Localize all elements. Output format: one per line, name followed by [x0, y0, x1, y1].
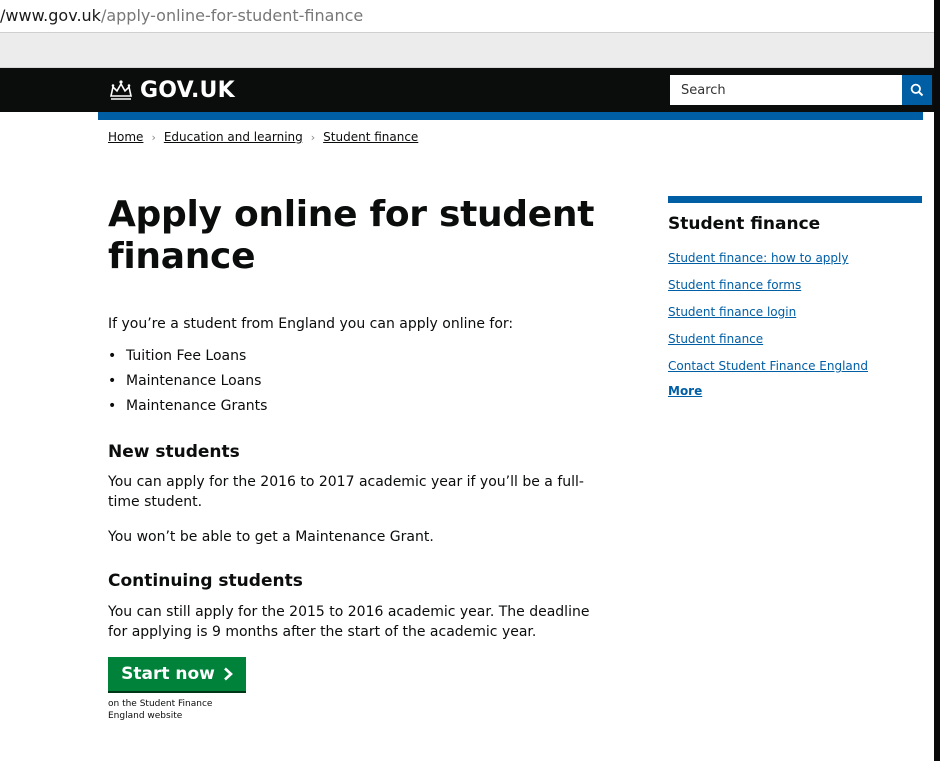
- continuing-students-heading: Continuing students: [108, 571, 303, 591]
- maintenance-grant-note: You won’t be able to get a Maintenance G…: [108, 529, 434, 545]
- breadcrumb-education[interactable]: Education and learning: [164, 130, 303, 144]
- sidebar-blue-rule: [668, 196, 922, 203]
- logo-text: GOV.UK: [140, 77, 235, 103]
- crown-icon: [110, 80, 132, 100]
- chevron-right-icon: ›: [151, 130, 156, 144]
- search-form: [670, 75, 932, 105]
- search-input[interactable]: [670, 75, 902, 105]
- breadcrumb: Home › Education and learning › Student …: [108, 130, 418, 144]
- loan-types-list: Tuition Fee Loans Maintenance Loans Main…: [108, 346, 267, 421]
- start-button-label: Start now: [121, 664, 215, 684]
- chevron-right-icon: [223, 667, 233, 681]
- chevron-right-icon: ›: [310, 130, 316, 144]
- search-icon: [910, 83, 924, 97]
- intro-text: If you’re a student from England you can…: [108, 316, 514, 332]
- search-button[interactable]: [902, 75, 932, 105]
- header-blue-bar: [98, 112, 923, 120]
- breadcrumb-home[interactable]: Home: [108, 130, 143, 144]
- govuk-logo[interactable]: GOV.UK: [108, 76, 235, 104]
- address-bar[interactable]: /www.gov.uk/apply-online-for-student-fin…: [0, 0, 934, 33]
- list-item: Tuition Fee Loans: [108, 346, 267, 371]
- list-item: Maintenance Grants: [108, 396, 267, 421]
- new-students-heading: New students: [108, 442, 240, 462]
- sidebar-link-how-to-apply[interactable]: Student finance: how to apply: [668, 251, 848, 265]
- sidebar-related-links: Student finance: how to apply Student fi…: [668, 248, 868, 383]
- page-title: Apply online for student finance: [108, 194, 595, 277]
- sidebar-link-student-finance[interactable]: Student finance: [668, 332, 763, 346]
- start-now-button[interactable]: Start now: [108, 657, 246, 693]
- start-button-note: on the Student Finance England website: [108, 699, 213, 721]
- site-header: GOV.UK: [0, 68, 934, 112]
- url-path: /apply-online-for-student-finance: [100, 6, 364, 25]
- page: GOV.UK Home › Education and learning › S…: [0, 68, 934, 761]
- breadcrumb-student-finance[interactable]: Student finance: [323, 130, 418, 144]
- url-host: /www.gov.uk: [0, 6, 101, 25]
- new-students-text: You can apply for the 2016 to 2017 acade…: [108, 474, 584, 510]
- browser-toolbar: [0, 33, 934, 68]
- sidebar-more-link[interactable]: More: [668, 384, 702, 398]
- sidebar-link-contact[interactable]: Contact Student Finance England: [668, 359, 868, 373]
- list-item: Maintenance Loans: [108, 371, 267, 396]
- continuing-students-text: You can still apply for the 2015 to 2016…: [108, 604, 590, 640]
- sidebar-title: Student finance: [668, 214, 821, 234]
- sidebar-link-forms[interactable]: Student finance forms: [668, 278, 801, 292]
- sidebar-link-login[interactable]: Student finance login: [668, 305, 796, 319]
